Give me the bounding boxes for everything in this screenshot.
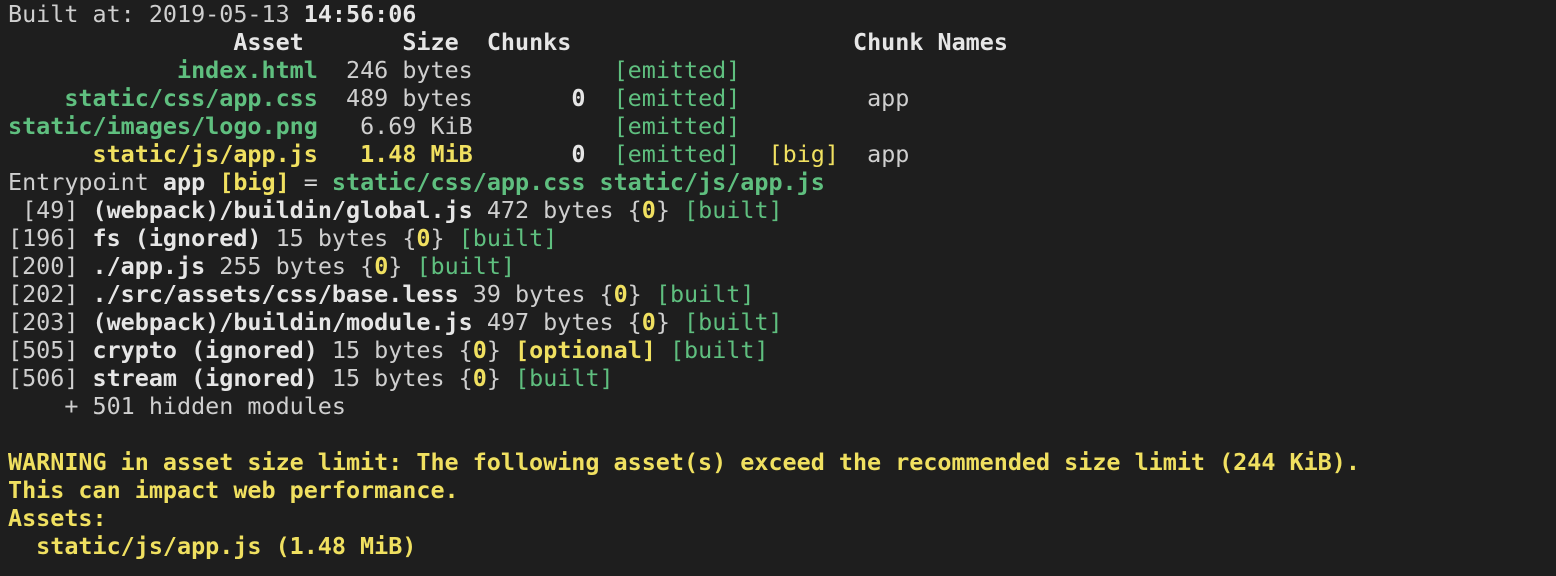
module-name: fs (ignored) bbox=[92, 224, 262, 252]
module-name: (webpack)/buildin/module.js bbox=[92, 308, 473, 336]
module-size: 39 bytes { bbox=[458, 280, 614, 308]
module-size: 255 bytes { bbox=[205, 252, 375, 280]
module-name: ./app.js bbox=[92, 252, 206, 280]
module-chunk: 0 bbox=[641, 308, 656, 336]
asset-chunk-name: app bbox=[867, 140, 910, 168]
module-chunk: 0 bbox=[613, 280, 628, 308]
asset-chunks: 0 bbox=[571, 140, 586, 168]
header-chunk-names: Chunk Names bbox=[853, 28, 1008, 56]
module-id: [202] bbox=[8, 280, 79, 308]
entrypoint-line: Entrypoint app [big] = static/css/app.cs… bbox=[8, 168, 1556, 196]
asset-chunks: 0 bbox=[571, 84, 586, 112]
module-built: [built] bbox=[684, 308, 783, 336]
module-built: [built] bbox=[684, 196, 783, 224]
module-chunk-close: } bbox=[627, 280, 642, 308]
module-id: [49] bbox=[8, 196, 79, 224]
module-built: [built] bbox=[458, 224, 558, 252]
built-at-line: Built at: 2019-05-13 14:56:06 bbox=[8, 0, 1556, 28]
asset-chunk-name: app bbox=[867, 84, 910, 112]
hidden-modules-line: + 501 hidden modules bbox=[8, 392, 346, 420]
built-at-time: 14:56:06 bbox=[303, 0, 417, 28]
asset-row: index.html 246 bytes [emitted] bbox=[8, 56, 1556, 84]
module-name: ./src/assets/css/base.less bbox=[92, 280, 459, 308]
entrypoint-big-flag: [big] bbox=[219, 168, 290, 196]
asset-size: 246 bytes bbox=[346, 56, 473, 84]
module-chunk-close: } bbox=[430, 224, 445, 252]
module-size: 497 bytes { bbox=[472, 308, 642, 336]
asset-name: index.html bbox=[177, 56, 318, 84]
module-chunk: 0 bbox=[641, 196, 656, 224]
module-chunk-close: } bbox=[486, 364, 501, 392]
header-size: Size bbox=[402, 28, 459, 56]
module-line: [505] crypto (ignored) 15 bytes {0} [opt… bbox=[8, 336, 1556, 364]
module-built: [built] bbox=[655, 280, 755, 308]
entrypoint-name: app bbox=[162, 168, 206, 196]
module-id: [196] bbox=[8, 224, 79, 252]
module-line: [506] stream (ignored) 15 bytes {0} [bui… bbox=[8, 364, 1556, 392]
module-chunk: 0 bbox=[472, 336, 487, 364]
module-size: 472 bytes { bbox=[472, 196, 642, 224]
module-built: [built] bbox=[669, 336, 769, 364]
module-line: [196] fs (ignored) 15 bytes {0} [built] bbox=[8, 224, 1556, 252]
module-chunk-close: } bbox=[388, 252, 403, 280]
asset-status: [emitted] bbox=[613, 56, 741, 84]
module-chunk: 0 bbox=[472, 364, 487, 392]
built-at-label: Built at: 2019-05-13 bbox=[8, 0, 304, 28]
module-size: 15 bytes { bbox=[317, 364, 473, 392]
module-line: [202] ./src/assets/css/base.less 39 byte… bbox=[8, 280, 1556, 308]
module-id: [506] bbox=[8, 364, 79, 392]
warning-assets-label: Assets: bbox=[8, 504, 107, 532]
entrypoint-label: Entrypoint bbox=[8, 168, 163, 196]
module-built: [built] bbox=[416, 252, 516, 280]
asset-name: static/css/app.css bbox=[64, 84, 318, 112]
module-name: (webpack)/buildin/global.js bbox=[92, 196, 473, 224]
warning-asset-item: static/js/app.js (1.48 MiB) bbox=[8, 532, 417, 560]
module-line: [49] (webpack)/buildin/global.js 472 byt… bbox=[8, 196, 1556, 224]
asset-name: static/images/logo.png bbox=[8, 112, 318, 140]
header-chunks: Chunks bbox=[486, 28, 572, 56]
asset-row: static/css/app.css 489 bytes 0 [emitted]… bbox=[8, 84, 1556, 112]
module-optional: [optional] bbox=[515, 336, 656, 364]
module-id: [200] bbox=[8, 252, 79, 280]
module-size: 15 bytes { bbox=[317, 336, 473, 364]
module-id: [505] bbox=[8, 336, 79, 364]
module-chunk: 0 bbox=[374, 252, 389, 280]
asset-size: 1.48 MiB bbox=[360, 140, 473, 168]
asset-status: [emitted] bbox=[613, 140, 741, 168]
asset-row: static/js/app.js 1.48 MiB 0 [emitted] [b… bbox=[8, 140, 1556, 168]
module-id: [203] bbox=[8, 308, 79, 336]
module-name: stream (ignored) bbox=[92, 364, 318, 392]
asset-size: 489 bytes bbox=[346, 84, 473, 112]
module-chunk-close: } bbox=[486, 336, 501, 364]
asset-name: static/js/app.js bbox=[92, 140, 318, 168]
asset-status: [emitted] bbox=[613, 112, 741, 140]
module-line: [203] (webpack)/buildin/module.js 497 by… bbox=[8, 308, 1556, 336]
module-line: [200] ./app.js 255 bytes {0} [built] bbox=[8, 252, 1556, 280]
asset-big-flag: [big] bbox=[768, 140, 839, 168]
warning-line: WARNING in asset size limit: The followi… bbox=[8, 448, 1360, 476]
terminal-output: Built at: 2019-05-13 14:56:06 Asset Size… bbox=[0, 0, 1556, 576]
module-chunk: 0 bbox=[416, 224, 431, 252]
asset-size: 6.69 KiB bbox=[360, 112, 473, 140]
asset-status: [emitted] bbox=[613, 84, 741, 112]
asset-row: static/images/logo.png 6.69 KiB [emitted… bbox=[8, 112, 1556, 140]
module-built: [built] bbox=[515, 364, 614, 392]
module-size: 15 bytes { bbox=[261, 224, 417, 252]
asset-table-header: Asset Size Chunks Chunk Names bbox=[8, 28, 1556, 56]
entrypoint-files: static/css/app.css static/js/app.js bbox=[331, 168, 825, 196]
warning-line: This can impact web performance. bbox=[8, 476, 459, 504]
module-chunk-close: } bbox=[655, 196, 670, 224]
entrypoint-equals: = bbox=[289, 168, 332, 196]
header-asset: Asset bbox=[233, 28, 304, 56]
module-name: crypto (ignored) bbox=[92, 336, 318, 364]
module-chunk-close: } bbox=[655, 308, 670, 336]
